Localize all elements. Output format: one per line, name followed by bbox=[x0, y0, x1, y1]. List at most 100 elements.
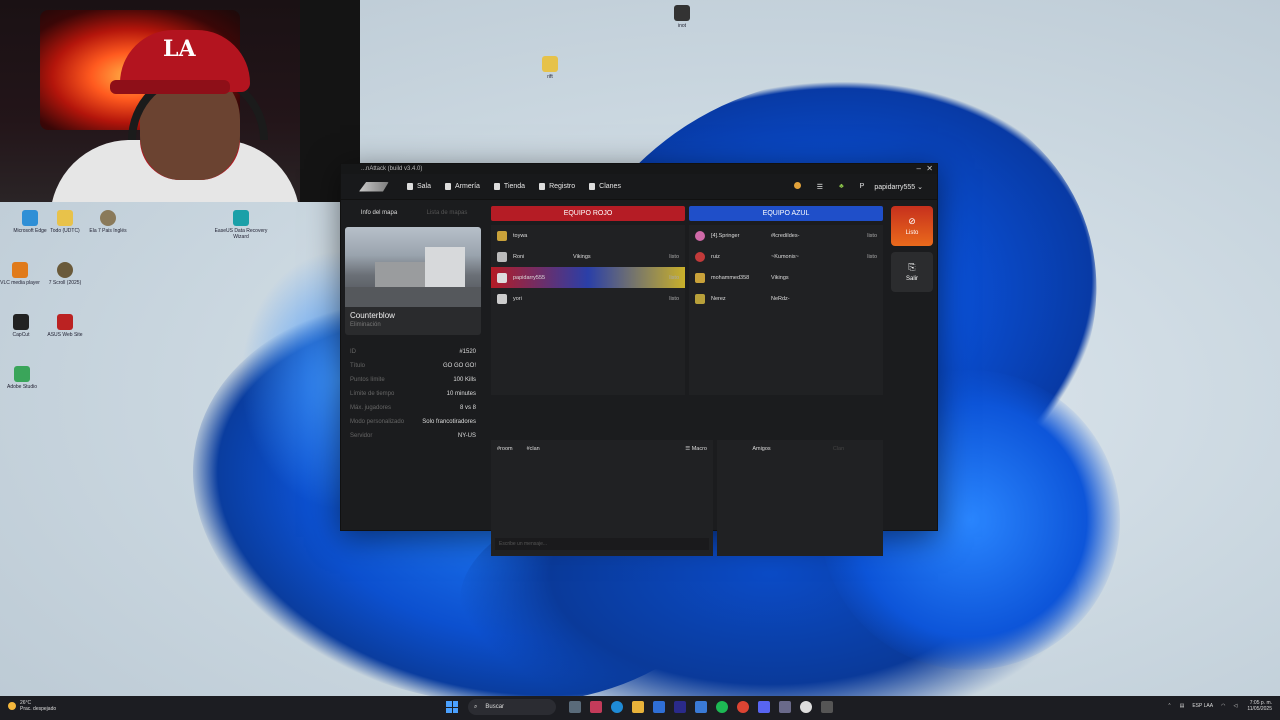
player-row[interactable]: [4].Springer #lcrediIdes-listo bbox=[689, 225, 883, 246]
taskbar-search[interactable]: ⌕ Buscar bbox=[468, 699, 556, 715]
room-icon bbox=[407, 183, 413, 190]
tab-friends[interactable]: Amigos bbox=[723, 446, 800, 452]
nav-tienda[interactable]: Tienda bbox=[493, 183, 525, 190]
macro-button[interactable]: ☰ Macro bbox=[685, 446, 707, 452]
search-icon: ⌕ bbox=[474, 703, 478, 710]
player-row[interactable]: mohammed358 Vikings bbox=[689, 267, 883, 288]
player-row[interactable]: toywa bbox=[491, 225, 685, 246]
chrome-icon[interactable] bbox=[736, 701, 749, 713]
exit-door-icon: ⎘ bbox=[908, 262, 916, 272]
red-team-header[interactable]: EQUIPO ROJO bbox=[491, 206, 685, 221]
map-info-panel: Info del mapa Lista de mapas Counterblow… bbox=[345, 206, 481, 443]
info-row-points: Puntos límite 100 Kills bbox=[350, 377, 476, 383]
desktop-icon-app[interactable]: Ela 7 Pais Inglés bbox=[78, 210, 138, 234]
file-explorer-icon[interactable] bbox=[631, 701, 644, 713]
desktop-icon-adobe[interactable]: Adobe Studio bbox=[0, 366, 52, 390]
username-menu[interactable]: papidarry555 ⌄ bbox=[874, 183, 923, 191]
language-indicator[interactable]: ESP LAA bbox=[1192, 703, 1213, 709]
webcam-overlay: LA bbox=[0, 0, 360, 202]
info-row-players: Máx. jugadores 8 vs 8 bbox=[350, 405, 476, 411]
nav-armeria[interactable]: Armería bbox=[445, 183, 480, 190]
coin-icon[interactable] bbox=[793, 182, 801, 191]
wifi-icon[interactable]: ◠ bbox=[1221, 703, 1225, 709]
rank-icon bbox=[695, 293, 705, 304]
outlook-icon[interactable] bbox=[652, 701, 665, 713]
friends-panel: Amigos Clan bbox=[717, 440, 883, 556]
spotify-icon[interactable] bbox=[715, 701, 728, 713]
player-row[interactable]: ruiz ~Kumonis~ listo bbox=[689, 246, 883, 267]
cap-logo: LA bbox=[163, 36, 196, 62]
tab-clan[interactable]: Clan bbox=[800, 446, 877, 452]
nav-clanes[interactable]: Clanes bbox=[589, 183, 621, 190]
top-nav: Sala Armería Tienda Registro Clanes ☰ ♣ … bbox=[341, 174, 937, 200]
volume-icon[interactable]: ◁ bbox=[1233, 703, 1237, 709]
desktop-icon-inot[interactable]: inot bbox=[652, 5, 712, 29]
chat-input[interactable]: Escribe un mensaje... bbox=[495, 538, 709, 550]
app-icon[interactable] bbox=[778, 701, 791, 713]
store-icon[interactable] bbox=[694, 701, 707, 713]
tab-map-list[interactable]: Lista de mapas bbox=[413, 210, 481, 216]
player-row[interactable]: Nerez NeRdz- bbox=[689, 288, 883, 309]
desktop-icon-app2[interactable]: 7 Scroll (2025) bbox=[35, 262, 95, 286]
red-team-list: toywa Roni Vikings listo papidarry555 listo… bbox=[491, 225, 685, 395]
taskbar: 26°C Prac. despejado ⌕ Buscar ⌃ ▤ ESP LAA… bbox=[0, 696, 1280, 720]
tab-map-info[interactable]: Info del mapa bbox=[345, 210, 413, 216]
blue-team-header[interactable]: EQUIPO AZUL bbox=[689, 206, 883, 221]
blue-team-list: [4].Springer #lcrediIdes-listo ruiz ~Kumon… bbox=[689, 225, 883, 395]
network-icon[interactable]: ▤ bbox=[1180, 703, 1185, 709]
obs-icon[interactable] bbox=[799, 701, 812, 713]
avatar bbox=[695, 230, 705, 241]
rank-icon bbox=[497, 251, 507, 262]
ready-button[interactable]: ⊘ Listo bbox=[891, 206, 933, 246]
weather-widget[interactable]: 26°C Prac. despejado bbox=[8, 700, 56, 712]
map-preview-image bbox=[345, 227, 481, 307]
info-row-id: ID #1520 bbox=[350, 349, 476, 355]
chat-tab-clan[interactable]: #clan bbox=[527, 446, 540, 452]
list-icon[interactable]: ☰ bbox=[817, 183, 823, 191]
app-icon[interactable] bbox=[589, 701, 602, 713]
desktop-icon-rift[interactable]: rift bbox=[520, 56, 580, 80]
user-avatar[interactable]: P bbox=[860, 183, 865, 190]
teams-icon[interactable] bbox=[757, 701, 770, 713]
chevron-up-icon[interactable]: ⌃ bbox=[1167, 703, 1171, 709]
desktop-icon-easeus[interactable]: EaseUS Data Recovery Wizard bbox=[211, 210, 271, 240]
player-row[interactable]: Roni Vikings listo bbox=[491, 246, 685, 267]
window-title: ...nAttack (build v3.4.0) bbox=[361, 166, 423, 172]
game-lobby-window: ...nAttack (build v3.4.0) – ✕ Sala Armer… bbox=[340, 163, 938, 556]
info-row-server: Servidor NY-US bbox=[350, 433, 476, 439]
edge-icon[interactable] bbox=[610, 701, 623, 713]
map-card: Counterblow Eliminación bbox=[345, 227, 481, 335]
info-row-title: Título GO GO GO! bbox=[350, 363, 476, 369]
nav-sala[interactable]: Sala bbox=[407, 183, 431, 190]
game-logo bbox=[359, 181, 389, 192]
game-icon[interactable] bbox=[820, 701, 833, 713]
check-circle-icon: ⊘ bbox=[908, 216, 916, 226]
shop-icon bbox=[493, 183, 500, 190]
gun-icon bbox=[445, 183, 452, 190]
chat-panel: #room #clan ☰ Macro Escribe un mensaje..… bbox=[491, 440, 713, 556]
chat-tab-room[interactable]: #room bbox=[497, 446, 513, 452]
taskview-icon[interactable] bbox=[568, 701, 581, 713]
rank-icon bbox=[497, 272, 507, 283]
nav-registro[interactable]: Registro bbox=[539, 183, 575, 190]
player-row-self[interactable]: papidarry555 listo bbox=[491, 267, 685, 288]
system-tray: ⌃ ▤ ESP LAA ◠ ◁ 7:05 p. m. 11/05/2025 bbox=[1159, 700, 1272, 712]
window-titlebar: ...nAttack (build v3.4.0) – ✕ bbox=[341, 164, 937, 174]
windows-start-icon[interactable] bbox=[446, 701, 458, 713]
close-icon[interactable]: ✕ bbox=[926, 164, 933, 174]
info-row-mode: Modo personalizado Solo francotiradores bbox=[350, 419, 476, 425]
desktop-icon-asus[interactable]: ASUS Web Site bbox=[35, 314, 95, 338]
map-name: Counterblow bbox=[350, 311, 395, 320]
info-row-time: Límite de tiempo 10 minutes bbox=[350, 391, 476, 397]
leaf-icon[interactable]: ♣ bbox=[839, 183, 844, 190]
player-row[interactable]: yori listo bbox=[491, 288, 685, 309]
teams-panel: EQUIPO ROJO EQUIPO AZUL toywa Roni Viking… bbox=[491, 206, 883, 395]
rank-icon bbox=[497, 230, 507, 241]
sun-icon bbox=[8, 702, 16, 710]
exit-button[interactable]: ⎘ Salir bbox=[891, 252, 933, 292]
minimize-icon[interactable]: – bbox=[917, 164, 921, 174]
map-mode: Eliminación bbox=[350, 322, 381, 328]
clock[interactable]: 7:05 p. m. 11/05/2025 bbox=[1247, 700, 1272, 712]
avatar bbox=[695, 251, 705, 262]
premiere-icon[interactable] bbox=[673, 701, 686, 713]
